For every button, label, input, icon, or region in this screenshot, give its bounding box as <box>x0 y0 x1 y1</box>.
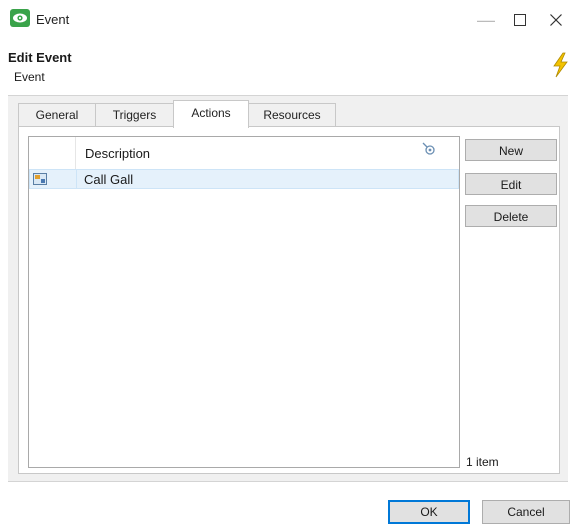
edit-button[interactable]: Edit <box>465 173 557 195</box>
close-button[interactable] <box>536 4 576 36</box>
cancel-button[interactable]: Cancel <box>482 500 570 524</box>
ok-button[interactable]: OK <box>388 500 470 524</box>
tab-triggers[interactable]: Triggers <box>95 103 174 126</box>
tab-resources[interactable]: Resources <box>248 103 336 126</box>
maximize-button[interactable] <box>500 4 540 36</box>
description-column-header[interactable]: Description <box>85 146 150 161</box>
maximize-icon <box>514 14 526 26</box>
action-icon <box>33 173 47 188</box>
column-settings-icon[interactable] <box>422 142 436 159</box>
eye-icon <box>10 9 30 27</box>
close-icon <box>550 14 562 26</box>
tab-general[interactable]: General <box>18 103 96 126</box>
row-icon-cell <box>30 170 77 188</box>
page-title: Edit Event <box>8 50 72 65</box>
list-item[interactable]: Call Gall <box>29 169 459 189</box>
lightning-bolt-icon <box>550 52 570 81</box>
list-header: Description <box>29 137 459 170</box>
delete-button[interactable]: Delete <box>465 205 557 227</box>
page-subtitle: Event <box>14 70 45 84</box>
item-count: 1 item <box>466 455 499 469</box>
new-button[interactable]: New <box>465 139 557 161</box>
list-item-label: Call Gall <box>84 172 134 187</box>
actions-list[interactable]: Description Call Gall <box>28 136 460 468</box>
window-title: Event <box>36 12 70 27</box>
icon-column-header[interactable] <box>29 137 76 169</box>
tab-actions[interactable]: Actions <box>173 100 249 128</box>
